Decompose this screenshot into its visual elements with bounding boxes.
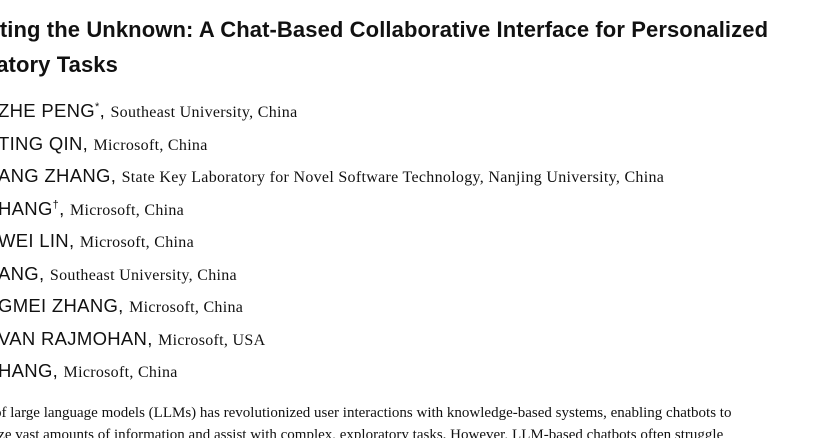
abstract: of large language models (LLMs) has revo… xyxy=(0,402,826,438)
author-name: ANG xyxy=(0,262,39,284)
title-line-2: oratory Tasks xyxy=(0,52,118,77)
author-name-wrap: HANG, Microsoft, China xyxy=(0,360,178,381)
author-entry: ZHE PENG*, Southeast University, China xyxy=(0,96,826,129)
author-name-wrap: TING QIN, Microsoft, China xyxy=(0,132,208,154)
author-entry: VAN RAJMOHAN, Microsoft, USA xyxy=(0,324,826,357)
author-name: VAN RAJMOHAN xyxy=(0,327,148,349)
author-affiliation: Microsoft, China xyxy=(129,299,244,316)
author-affiliation: Microsoft, China xyxy=(93,136,208,154)
author-entry: TING QIN, Microsoft, China xyxy=(0,129,826,162)
author-entry: WEI LIN, Microsoft, China xyxy=(0,226,826,259)
author-affiliation: Southeast University, China xyxy=(49,266,237,284)
author-name: ZHE PENG xyxy=(0,100,95,121)
author-name: HANG xyxy=(0,197,53,219)
author-name-wrap: ANG ZHANG, State Key Laboratory for Nove… xyxy=(0,165,665,186)
author-name-wrap: ZHE PENG*, Southeast University, China xyxy=(0,100,298,121)
author-name-wrap: WEI LIN, Microsoft, China xyxy=(0,230,194,251)
paper-title: gating the Unknown: A Chat-Based Collabo… xyxy=(0,12,814,82)
author-entry: HANG†, Microsoft, China xyxy=(0,194,826,227)
author-list: ZHE PENG*, Southeast University, China T… xyxy=(0,96,826,389)
author-name: GMEI ZHANG xyxy=(0,295,119,316)
paper-page: gating the Unknown: A Chat-Based Collabo… xyxy=(0,0,826,438)
author-footnote-mark: * xyxy=(94,100,100,113)
author-entry: ANG, Southeast University, China xyxy=(0,259,826,292)
author-name: WEI LIN xyxy=(0,230,69,251)
author-entry: HANG, Microsoft, China xyxy=(0,356,826,389)
author-affiliation: Southeast University, China xyxy=(110,104,298,121)
author-entry: GMEI ZHANG, Microsoft, China xyxy=(0,291,826,324)
author-name-wrap: ANG, Southeast University, China xyxy=(0,262,237,284)
author-name-wrap: GMEI ZHANG, Microsoft, China xyxy=(0,295,244,316)
author-name: TING QIN xyxy=(0,132,83,154)
author-affiliation: Microsoft, China xyxy=(69,201,185,219)
author-name: ANG ZHANG xyxy=(0,165,111,186)
abstract-line-2: ize vast amounts of information and assi… xyxy=(0,427,724,438)
author-entry: ANG ZHANG, State Key Laboratory for Nove… xyxy=(0,161,826,194)
author-affiliation: Microsoft, China xyxy=(79,234,194,251)
author-footnote-mark: † xyxy=(52,198,60,211)
author-name-wrap: VAN RAJMOHAN, Microsoft, USA xyxy=(0,327,266,349)
author-affiliation: State Key Laboratory for Novel Software … xyxy=(121,169,665,186)
title-line-1: gating the Unknown: A Chat-Based Collabo… xyxy=(0,17,769,42)
abstract-line-1: of large language models (LLMs) has revo… xyxy=(0,405,732,421)
author-affiliation: Microsoft, China xyxy=(63,364,178,381)
author-name: HANG xyxy=(0,360,53,381)
author-affiliation: Microsoft, USA xyxy=(158,331,266,349)
author-name-wrap: HANG†, Microsoft, China xyxy=(0,197,185,219)
